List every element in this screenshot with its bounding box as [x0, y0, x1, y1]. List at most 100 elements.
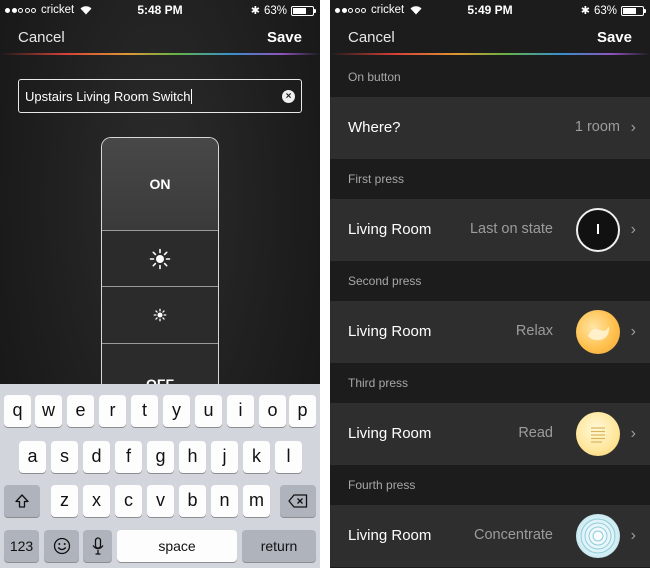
switch-dim-button[interactable]: [102, 286, 218, 343]
concentrate-scene-icon: [576, 514, 620, 558]
press-row-second[interactable]: Living Room Relax ›: [330, 301, 650, 363]
chevron-right-icon: ›: [630, 527, 636, 544]
key-j[interactable]: j: [211, 441, 238, 473]
scene-name: Last on state: [469, 221, 553, 237]
emoji-icon: [53, 537, 70, 555]
key-y[interactable]: y: [163, 395, 190, 427]
key-e[interactable]: e: [67, 395, 94, 427]
section-third-press: Third press: [330, 363, 650, 403]
save-button[interactable]: Save: [597, 29, 632, 46]
switch-name-value: Upstairs Living Room Switch: [25, 89, 191, 104]
key-u[interactable]: u: [195, 395, 222, 427]
key-i[interactable]: i: [227, 395, 254, 427]
switch-setup-screen: cricket 5:48 PM ✱ 63% Cancel Save Upstai…: [0, 0, 320, 568]
read-scene-icon: [576, 412, 620, 456]
section-label: Third press: [348, 376, 409, 390]
space-key[interactable]: space: [117, 530, 237, 562]
save-button[interactable]: Save: [267, 29, 302, 46]
section-label: On button: [348, 70, 401, 84]
section-fourth-press: Fourth press: [330, 465, 650, 505]
shift-key[interactable]: [4, 485, 40, 517]
cancel-button[interactable]: Cancel: [348, 29, 395, 46]
key-v[interactable]: v: [147, 485, 174, 517]
battery-percent: 63%: [593, 4, 617, 17]
text-cursor: [191, 89, 193, 104]
microphone-icon: [91, 537, 104, 555]
where-label: Where?: [348, 119, 401, 136]
key-d[interactable]: d: [83, 441, 110, 473]
battery-percent: 63%: [263, 4, 287, 17]
switch-brighten-button[interactable]: [102, 230, 218, 286]
dictation-key[interactable]: [83, 530, 112, 562]
key-p[interactable]: p: [289, 395, 316, 427]
onscreen-keyboard: q w e r t y u i o p a s d f g h j k l z …: [0, 384, 320, 568]
scene-name: Read: [518, 425, 553, 441]
key-b[interactable]: b: [179, 485, 206, 517]
section-on-button: On button: [330, 57, 650, 97]
key-h[interactable]: h: [179, 441, 206, 473]
cancel-button[interactable]: Cancel: [18, 29, 65, 46]
backspace-key[interactable]: [280, 485, 316, 517]
nav-divider: [0, 53, 320, 55]
brightness-down-icon: [153, 308, 167, 322]
nav-bar: Cancel Save: [0, 20, 320, 54]
last-on-state-icon: [576, 208, 620, 252]
key-m[interactable]: m: [243, 485, 270, 517]
key-q[interactable]: q: [4, 395, 31, 427]
press-row-first[interactable]: Living Room Last on state ›: [330, 199, 650, 261]
backspace-icon: [288, 494, 308, 508]
room-name: Living Room: [348, 425, 432, 442]
key-w[interactable]: w: [35, 395, 62, 427]
section-first-press: First press: [330, 159, 650, 199]
where-value: 1 room: [574, 119, 620, 135]
key-f[interactable]: f: [115, 441, 142, 473]
key-a[interactable]: a: [19, 441, 46, 473]
clear-text-icon[interactable]: ×: [282, 90, 295, 103]
status-bar: cricket 5:49 PM ✱ 63%: [330, 0, 650, 20]
battery-icon: [621, 5, 646, 16]
key-x[interactable]: x: [83, 485, 110, 517]
where-row[interactable]: Where? 1 room ›: [330, 97, 650, 159]
key-o[interactable]: o: [259, 395, 286, 427]
shift-icon: [15, 494, 29, 508]
room-name: Living Room: [348, 527, 432, 544]
key-t[interactable]: t: [131, 395, 158, 427]
section-second-press: Second press: [330, 261, 650, 301]
chevron-right-icon: ›: [630, 119, 636, 136]
chevron-right-icon: ›: [630, 425, 636, 442]
brightness-up-icon: [149, 248, 171, 269]
emoji-key[interactable]: [44, 530, 79, 562]
scene-name: Relax: [515, 323, 553, 339]
key-k[interactable]: k: [243, 441, 270, 473]
dimmer-switch-diagram: ON: [101, 137, 219, 397]
battery-icon: [291, 5, 316, 16]
key-s[interactable]: s: [51, 441, 78, 473]
room-name: Living Room: [348, 323, 432, 340]
bluetooth-icon: ✱: [580, 5, 590, 17]
status-bar: cricket 5:48 PM ✱ 63%: [0, 0, 320, 20]
key-n[interactable]: n: [211, 485, 238, 517]
switch-config-screen: cricket 5:49 PM ✱ 63% Cancel Save On but…: [330, 0, 650, 568]
key-r[interactable]: r: [99, 395, 126, 427]
room-name: Living Room: [348, 221, 432, 238]
press-row-fourth[interactable]: Living Room Concentrate ›: [330, 505, 650, 567]
press-row-third[interactable]: Living Room Read ›: [330, 403, 650, 465]
section-label: Fourth press: [348, 478, 416, 492]
key-l[interactable]: l: [275, 441, 302, 473]
chevron-right-icon: ›: [630, 221, 636, 238]
key-c[interactable]: c: [115, 485, 142, 517]
return-key[interactable]: return: [242, 530, 316, 562]
switch-name-field[interactable]: Upstairs Living Room Switch ×: [18, 79, 302, 113]
on-button-label: ON: [149, 176, 171, 192]
key-z[interactable]: z: [51, 485, 78, 517]
relax-scene-icon: [576, 310, 620, 354]
nav-bar: Cancel Save: [330, 20, 650, 54]
scene-name: Concentrate: [474, 527, 553, 543]
section-label: Second press: [348, 274, 422, 288]
switch-on-button[interactable]: ON: [102, 138, 218, 230]
bluetooth-icon: ✱: [250, 5, 260, 17]
numbers-key[interactable]: 123: [4, 530, 39, 562]
chevron-right-icon: ›: [630, 323, 636, 340]
key-g[interactable]: g: [147, 441, 174, 473]
section-label: First press: [348, 172, 405, 186]
